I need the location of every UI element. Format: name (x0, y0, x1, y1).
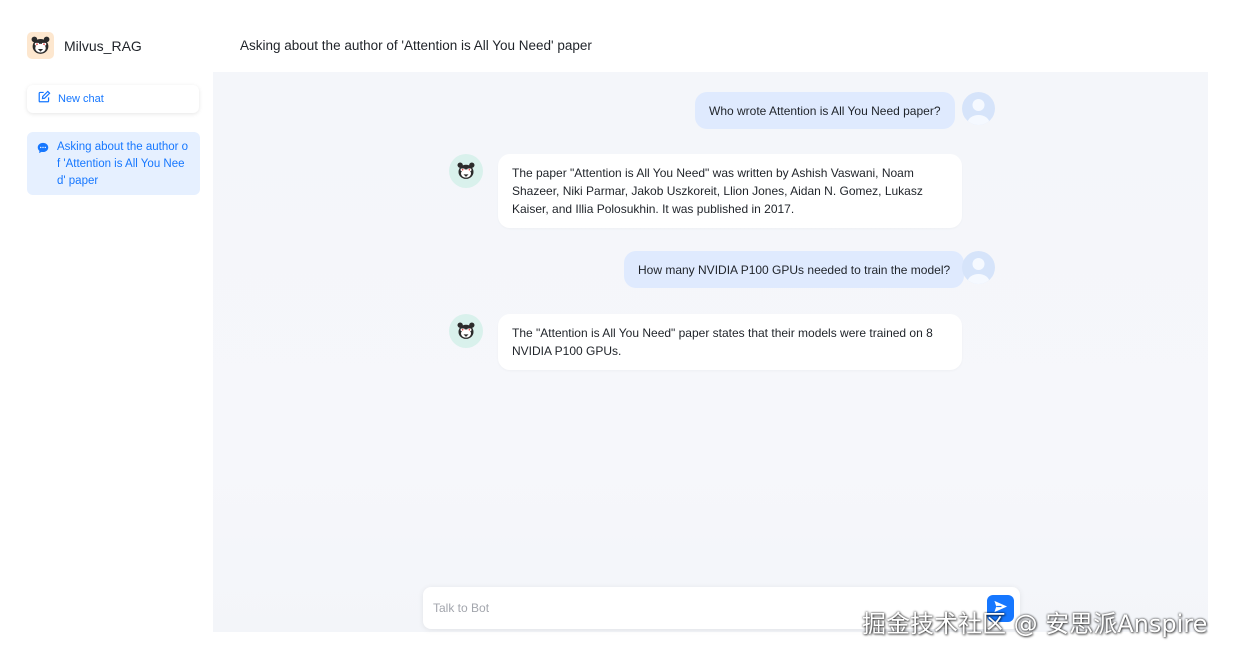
new-chat-button[interactable]: New chat (27, 85, 199, 113)
bot-avatar-icon (449, 314, 483, 348)
user-message-bubble: How many NVIDIA P100 GPUs needed to trai… (624, 251, 965, 288)
brand: Milvus_RAG (27, 32, 142, 59)
user-message-bubble: Who wrote Attention is All You Need pape… (695, 92, 955, 129)
bear-logo-icon (27, 32, 54, 59)
user-avatar-icon (962, 251, 995, 284)
watermark: 掘金技术社区 @ 安思派Anspire (862, 610, 1208, 638)
conversation-label: Asking about the author of 'Attention is… (57, 141, 189, 187)
new-chat-label: New chat (58, 93, 104, 105)
bot-avatar-icon (449, 154, 483, 188)
page-title: Asking about the author of 'Attention is… (240, 38, 592, 53)
bot-message-bubble: The "Attention is All You Need" paper st… (498, 314, 962, 370)
message-row-user: Who wrote Attention is All You Need pape… (695, 92, 955, 129)
message-row-user: How many NVIDIA P100 GPUs needed to trai… (624, 251, 965, 288)
app-window: Milvus_RAG New chat Asking about the aut… (0, 0, 1234, 657)
bot-message-bubble: The paper "Attention is All You Need" wa… (498, 154, 962, 228)
chat-bubble-icon (37, 141, 49, 159)
brand-name: Milvus_RAG (64, 37, 142, 54)
sidebar-item-conversation[interactable]: Asking about the author of 'Attention is… (27, 132, 200, 195)
edit-icon (38, 90, 51, 108)
user-avatar-icon (962, 92, 995, 125)
chat-area[interactable]: Who wrote Attention is All You Need pape… (213, 72, 1208, 632)
sidebar: Milvus_RAG New chat Asking about the aut… (0, 0, 213, 657)
